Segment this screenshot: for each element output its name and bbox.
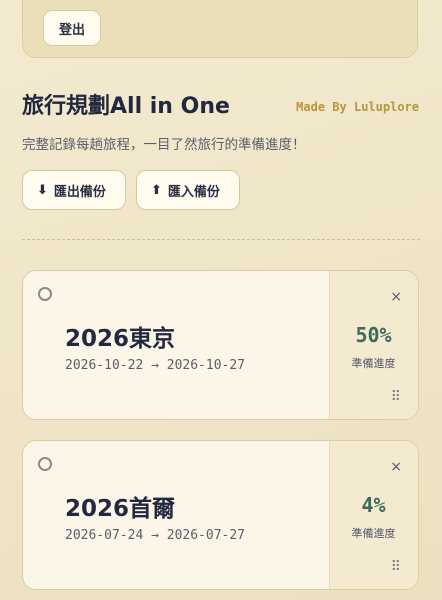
trip-name: 2026東京 — [65, 326, 176, 352]
import-backup-button[interactable]: ⬆ 匯入備份 — [136, 170, 240, 210]
trip-dates: 2026-07-24 → 2026-07-27 — [65, 528, 246, 543]
trip-card[interactable]: 2026東京 2026-10-22 → 2026-10-27 × 50% 準備進… — [22, 270, 419, 420]
trip-select-radio[interactable] — [38, 457, 52, 471]
export-backup-label: 匯出備份 — [53, 184, 106, 200]
account-card: 登出 — [22, 0, 418, 58]
trip-name: 2026首爾 — [65, 496, 176, 522]
drag-handle-icon[interactable]: ⠿ — [391, 389, 401, 405]
download-arrow-icon: ⬇ — [37, 182, 48, 198]
trip-dates: 2026-10-22 → 2026-10-27 — [65, 358, 246, 373]
trip-card[interactable]: 2026首爾 2026-07-24 → 2026-07-27 × 4% 準備進度… — [22, 440, 419, 590]
trip-progress-label: 準備進度 — [351, 357, 396, 370]
trip-select-radio[interactable] — [38, 287, 52, 301]
drag-handle-icon[interactable]: ⠿ — [391, 559, 401, 575]
trip-progress-value: 50% — [355, 323, 392, 347]
upload-arrow-icon: ⬆ — [151, 182, 162, 198]
import-backup-label: 匯入備份 — [167, 184, 220, 200]
logout-button[interactable]: 登出 — [43, 10, 101, 46]
close-icon[interactable]: × — [390, 289, 402, 305]
section-divider — [22, 239, 420, 240]
page-subtitle: 完整記錄每趟旅程，一目了然旅行的準備進度！ — [22, 137, 306, 153]
title-row: 旅行規劃All in One Made By Luluplore — [22, 88, 422, 122]
made-by-credit: Made By Luluplore — [296, 100, 419, 114]
trip-progress-label: 準備進度 — [351, 527, 396, 540]
page-title: 旅行規劃All in One — [22, 94, 230, 119]
backup-actions: ⬇ 匯出備份 ⬆ 匯入備份 — [22, 170, 240, 210]
trip-progress-value: 4% — [361, 493, 386, 517]
export-backup-button[interactable]: ⬇ 匯出備份 — [22, 170, 126, 210]
close-icon[interactable]: × — [390, 459, 402, 475]
